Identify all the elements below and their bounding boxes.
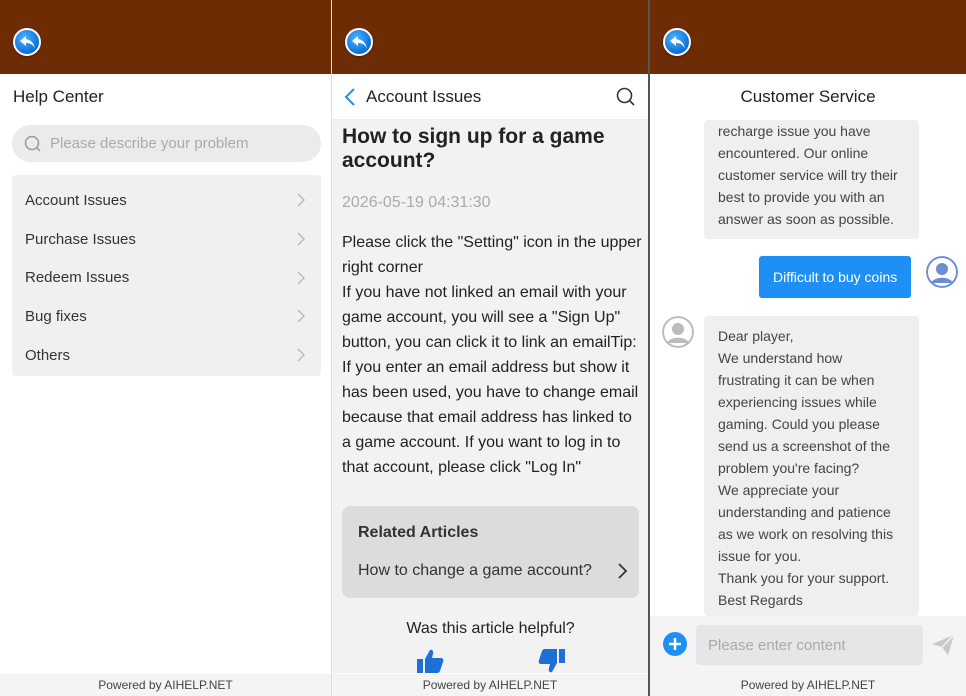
related-articles: Related Articles How to change a game ac… [342, 506, 639, 598]
related-article-link[interactable]: How to change a game account? [358, 562, 628, 580]
article-paragraph: Please click the "Setting" icon in the u… [342, 234, 642, 276]
message-line: We appreciate your [718, 482, 840, 498]
message-line: issue for you. [718, 548, 802, 564]
message-line: understanding and patience [718, 504, 891, 520]
message-line: Thank you for your support. [718, 570, 890, 586]
message-line: answer as soon as possible. [718, 211, 894, 227]
chevron-right-icon [297, 271, 305, 285]
category-item-redeem-issues[interactable]: Redeem Issues [12, 258, 321, 297]
search-input[interactable] [50, 135, 300, 152]
related-article-label: How to change a game account? [358, 562, 592, 579]
message-line: customer service will try their [718, 167, 898, 183]
message-input-bar [650, 616, 966, 674]
back-arrow-icon [352, 36, 367, 49]
article-body: Please click the "Setting" icon in the u… [342, 230, 642, 480]
chevron-right-icon [297, 309, 305, 323]
plus-icon [669, 638, 681, 650]
message-line: We understand how [718, 350, 843, 366]
footer: Powered by AIHELP.NET [0, 674, 331, 696]
avatar-icon [926, 256, 958, 288]
chevron-right-icon [297, 232, 305, 246]
bot-message: recharge issue you have encountered. Our… [704, 120, 919, 239]
footer: Powered by AIHELP.NET [332, 674, 648, 696]
message-line: Best Regards [718, 592, 803, 608]
category-label: Account Issues [25, 191, 127, 209]
back-button[interactable] [345, 28, 373, 56]
article-paragraph: If you enter an email address but show i… [342, 359, 639, 476]
message-input[interactable] [696, 625, 923, 665]
category-item-account-issues[interactable]: Account Issues [12, 181, 321, 220]
avatar-icon [662, 316, 694, 348]
category-item-purchase-issues[interactable]: Purchase Issues [12, 220, 321, 259]
message-line: as we work on resolving this [718, 526, 894, 542]
message-line: experiencing issues while [718, 394, 877, 410]
message-line: send us a screenshot of the [718, 438, 890, 454]
category-label: Bug fixes [25, 307, 87, 325]
category-label: Redeem Issues [25, 269, 130, 287]
category-list: Account Issues Purchase Issues Redeem Is… [12, 175, 321, 376]
message-line: frustrating it can be when [718, 372, 875, 388]
category-label: Others [25, 346, 71, 364]
user-avatar [926, 256, 958, 288]
category-item-others[interactable]: Others [12, 336, 321, 375]
message-line: Dear player, [718, 328, 794, 344]
back-arrow-icon [670, 36, 685, 49]
message-line: gaming. Could you please [718, 416, 880, 432]
chevron-right-icon [618, 563, 628, 579]
back-button[interactable] [13, 28, 41, 56]
chat-area[interactable]: recharge issue you have encountered. Our… [650, 120, 966, 616]
article-panel: Account Issues How to sign up for a game… [331, 0, 648, 696]
back-button[interactable] [663, 28, 691, 56]
chevron-right-icon [297, 348, 305, 362]
page-title: Customer Service [740, 87, 876, 106]
send-icon[interactable] [931, 634, 955, 656]
category-item-bug-fixes[interactable]: Bug fixes [12, 297, 321, 336]
thumbs-down-icon[interactable] [538, 648, 566, 673]
bot-message: Dear player, We understand how frustrati… [704, 316, 919, 616]
article-date: 2026-05-19 04:31:30 [342, 194, 491, 211]
article-paragraph: If you have not linked an email with you… [342, 284, 637, 351]
chevron-right-icon [297, 193, 305, 207]
user-message: Difficult to buy coins [759, 256, 912, 298]
attach-button[interactable] [663, 632, 687, 656]
page-header: Customer Service [650, 74, 966, 120]
category-label: Purchase Issues [25, 230, 136, 248]
related-articles-title: Related Articles [358, 524, 479, 541]
page-title: Help Center [13, 87, 104, 106]
message-line: encountered. Our online [718, 145, 869, 161]
message-line: best to provide you with an [718, 189, 885, 205]
message-line: recharge issue you have [718, 123, 871, 139]
message-line: problem you're facing? [718, 460, 860, 476]
agent-avatar [662, 316, 694, 348]
help-center-panel: Help Center Account Issues Purchase Issu… [0, 0, 331, 696]
article-content: How to sign up for a game account? 2026-… [332, 120, 648, 673]
page-header: Account Issues [332, 74, 648, 120]
search-icon[interactable] [616, 87, 636, 107]
top-bar [332, 0, 648, 74]
thumbs-up-icon[interactable] [416, 648, 444, 673]
search-box[interactable] [12, 125, 321, 162]
customer-service-panel: Customer Service recharge issue you have… [648, 0, 966, 696]
search-icon [24, 135, 41, 152]
page-header: Help Center [0, 74, 331, 120]
top-bar [0, 0, 331, 74]
chevron-left-icon[interactable] [344, 87, 356, 107]
top-bar [650, 0, 966, 74]
article-title: How to sign up for a game account? [342, 125, 605, 172]
back-arrow-icon [20, 36, 35, 49]
footer: Powered by AIHELP.NET [650, 674, 966, 696]
page-title: Account Issues [366, 86, 482, 106]
helpful-question: Was this article helpful? [406, 620, 575, 637]
